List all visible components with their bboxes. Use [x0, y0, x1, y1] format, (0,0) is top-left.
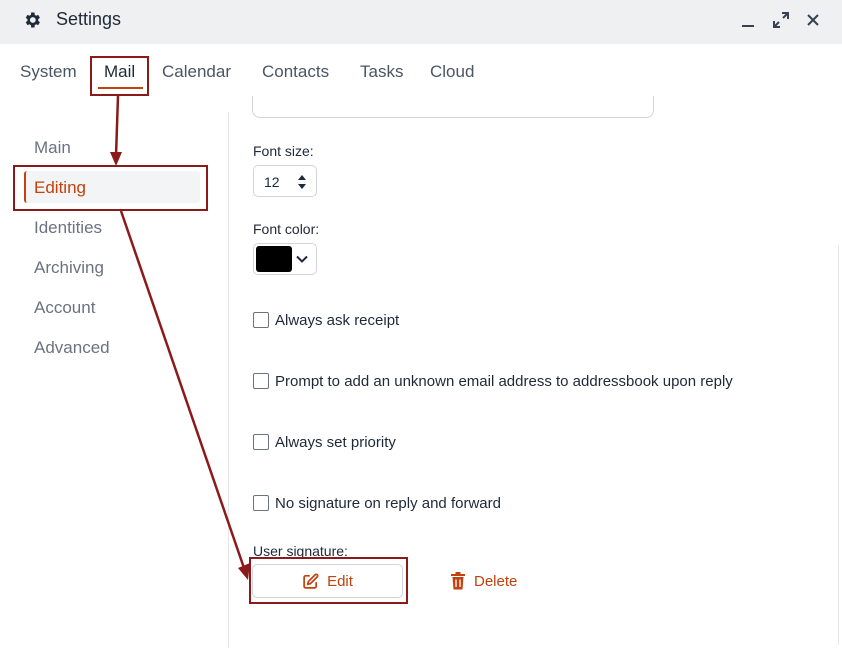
minimize-button[interactable]: [736, 8, 760, 32]
edit-icon: [303, 573, 319, 589]
font-color-label: Font color:: [253, 221, 320, 237]
edit-signature-button[interactable]: Edit: [252, 564, 403, 598]
sidebar-item-identities[interactable]: Identities: [34, 218, 102, 238]
option-prompt-add-address[interactable]: Prompt to add an unknown email address t…: [253, 371, 733, 391]
option-always-ask-receipt[interactable]: Always ask receipt: [253, 310, 399, 330]
tab-mail[interactable]: Mail: [104, 62, 135, 82]
font-size-value: 12: [264, 174, 280, 190]
checkbox[interactable]: [253, 495, 269, 511]
stepper-arrows-icon: [298, 175, 306, 189]
tab-contacts[interactable]: Contacts: [262, 62, 329, 82]
option-label: Prompt to add an unknown email address t…: [275, 372, 733, 390]
tab-system[interactable]: System: [20, 62, 77, 82]
option-always-set-priority[interactable]: Always set priority: [253, 432, 396, 452]
sidebar-item-archiving[interactable]: Archiving: [34, 258, 104, 278]
option-label: Always ask receipt: [275, 311, 400, 329]
arrowhead-icon: [110, 152, 122, 166]
gear-icon: [25, 12, 40, 28]
minimize-icon: [742, 25, 754, 27]
delete-signature-button[interactable]: Delete: [450, 564, 517, 598]
sidebar-divider: [228, 112, 229, 648]
font-color-picker[interactable]: [253, 243, 317, 275]
option-no-signature-reply[interactable]: No signature on reply and forward: [253, 493, 501, 513]
active-tab-indicator: [98, 87, 143, 89]
option-label: Always set priority: [275, 433, 396, 451]
sidebar-item-main[interactable]: Main: [34, 138, 71, 158]
tab-calendar[interactable]: Calendar: [162, 62, 231, 82]
arrow-editing-to-edit: [119, 210, 246, 569]
close-icon: [807, 14, 819, 26]
font-family-select[interactable]: [252, 96, 654, 118]
title-bar: Settings: [0, 0, 842, 44]
content-right-border: [838, 245, 839, 645]
tab-tasks[interactable]: Tasks: [360, 62, 403, 82]
user-signature-label: User signature:: [253, 543, 348, 559]
font-size-label: Font size:: [253, 143, 314, 159]
checkbox[interactable]: [253, 434, 269, 450]
window-title: Settings: [56, 9, 122, 29]
checkbox[interactable]: [253, 312, 269, 328]
option-label: No signature on reply and forward: [275, 494, 501, 512]
maximize-icon: [773, 12, 789, 28]
edit-label: Edit: [327, 572, 353, 590]
sidebar-item-advanced[interactable]: Advanced: [34, 338, 110, 358]
font-color-swatch: [256, 246, 292, 272]
font-size-stepper[interactable]: 12: [253, 165, 317, 197]
checkbox[interactable]: [253, 373, 269, 389]
chevron-down-icon: [296, 255, 308, 263]
trash-icon: [451, 572, 465, 590]
close-button[interactable]: [801, 8, 825, 32]
tab-cloud[interactable]: Cloud: [430, 62, 474, 82]
sidebar-item-account[interactable]: Account: [34, 298, 95, 318]
delete-label: Delete: [474, 572, 518, 590]
sidebar-item-editing[interactable]: Editing: [34, 178, 86, 198]
maximize-button[interactable]: [769, 8, 793, 32]
arrowhead-icon: [238, 563, 250, 580]
